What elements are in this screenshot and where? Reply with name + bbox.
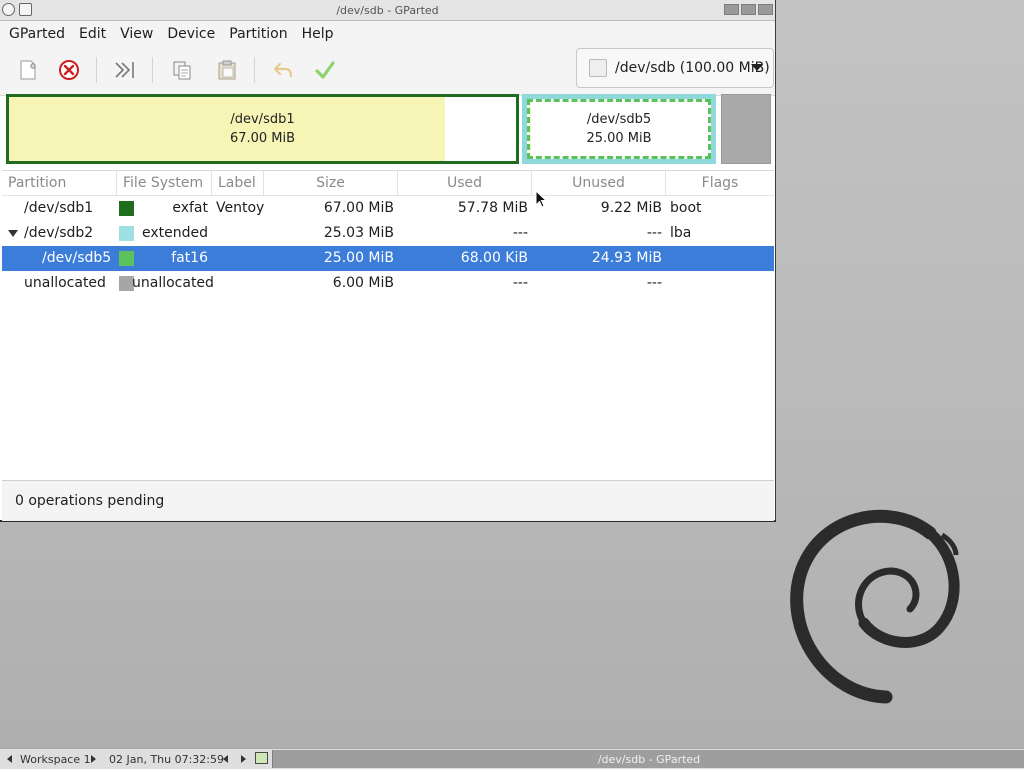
menu-device[interactable]: Device	[160, 21, 222, 47]
cell-unused: 24.93 MiB	[591, 250, 662, 266]
cell-unused: ---	[646, 225, 662, 241]
clock: 02 Jan, Thu 07:32:59	[109, 753, 225, 766]
cell-size: 25.00 MiB	[323, 250, 394, 266]
cell-size: 6.00 MiB	[332, 275, 394, 291]
col-size[interactable]: Size	[264, 171, 398, 195]
cell-filesystem: unallocated	[132, 275, 214, 291]
graph-partition-sdb1[interactable]: /dev/sdb1 67.00 MiB	[6, 94, 519, 164]
cell-unused: 9.22 MiB	[600, 200, 662, 216]
undo-button[interactable]	[268, 55, 298, 85]
workspace-label[interactable]: Workspace 1	[20, 753, 91, 766]
delete-partition-button[interactable]	[54, 55, 84, 85]
partition-graph: /dev/sdb1 67.00 MiB /dev/sdb5 25.00 MiB	[0, 94, 774, 164]
menu-bar: GParted Edit View Device Partition Help	[0, 21, 775, 47]
col-filesystem[interactable]: File System	[117, 171, 212, 195]
gparted-window: /dev/sdb - GParted GParted Edit View Dev…	[0, 0, 776, 522]
cell-used: 68.00 KiB	[460, 250, 528, 266]
menu-view[interactable]: View	[113, 21, 160, 47]
col-partition[interactable]: Partition	[2, 171, 117, 195]
dropdown-arrow-icon	[751, 64, 763, 71]
menu-gparted[interactable]: GParted	[2, 21, 72, 47]
expander-arrow-icon[interactable]	[8, 230, 18, 237]
cell-partition: /dev/sdb1	[24, 200, 94, 216]
apply-button[interactable]	[310, 55, 340, 85]
col-flags[interactable]: Flags	[666, 171, 774, 195]
workspace-next-icon[interactable]	[91, 755, 96, 763]
table-row[interactable]: /dev/sdb1 exfat Ventoy 67.00 MiB 57.78 MiB 9.…	[2, 196, 774, 221]
taskbar-gparted-button[interactable]: /dev/sdb - GParted	[272, 750, 1024, 768]
minimize-button[interactable]	[724, 4, 739, 15]
menu-edit[interactable]: Edit	[72, 21, 113, 47]
paste-icon	[218, 60, 236, 80]
new-partition-button[interactable]	[13, 55, 43, 85]
close-button[interactable]	[758, 4, 773, 15]
graph-label-sdb5: /dev/sdb5 25.00 MiB	[586, 112, 652, 146]
cell-partition: unallocated	[24, 275, 106, 291]
new-document-icon	[20, 60, 36, 80]
resize-move-icon	[115, 62, 134, 78]
graph-partition-sdb2-extended[interactable]: /dev/sdb5 25.00 MiB	[522, 94, 716, 164]
task-next-icon[interactable]	[241, 755, 246, 763]
workspace-prev-icon[interactable]	[7, 755, 12, 763]
graph-label-sdb1: /dev/sdb1 67.00 MiB	[229, 112, 296, 146]
disk-icon	[589, 59, 607, 77]
cell-used: ---	[512, 225, 528, 241]
cell-unused: ---	[646, 275, 662, 291]
col-label[interactable]: Label	[212, 171, 264, 195]
debian-swirl-logo	[790, 509, 960, 704]
device-label: /dev/sdb (100.00 MiB)	[615, 60, 770, 76]
cell-label: Ventoy	[216, 200, 265, 216]
table-row[interactable]: unallocated unallocated 6.00 MiB --- ---	[2, 271, 774, 296]
graph-used-bar-sdb1	[9, 97, 446, 161]
col-used[interactable]: Used	[398, 171, 532, 195]
task-prev-icon[interactable]	[223, 755, 228, 763]
maximize-button[interactable]	[741, 4, 756, 15]
cell-size: 25.03 MiB	[323, 225, 394, 241]
cell-flags: boot	[670, 200, 702, 216]
table-row[interactable]: /dev/sdb5 fat16 25.00 MiB 68.00 KiB 24.93 Mi…	[2, 246, 774, 271]
operations-pending-text: 0 operations pending	[15, 493, 165, 509]
table-header: Partition File System Label Size Used Un…	[2, 171, 774, 196]
copy-button[interactable]	[167, 55, 197, 85]
cell-filesystem: exfat	[172, 200, 208, 216]
cell-filesystem: fat16	[171, 250, 208, 266]
mouse-cursor-icon	[535, 190, 547, 208]
taskbar-task-title: /dev/sdb - GParted	[597, 753, 701, 766]
undo-icon	[273, 62, 293, 78]
cell-size: 67.00 MiB	[323, 200, 394, 216]
gparted-task-icon	[255, 752, 268, 764]
taskbar: Workspace 1 02 Jan, Thu 07:32:59 /dev/sd…	[0, 748, 1024, 769]
delete-icon	[59, 60, 79, 80]
cell-partition: /dev/sdb2	[24, 225, 94, 241]
partition-table: Partition File System Label Size Used Un…	[2, 170, 774, 480]
graph-unallocated[interactable]	[721, 94, 771, 164]
cell-used: 57.78 MiB	[457, 200, 528, 216]
window-title: /dev/sdb - GParted	[336, 4, 439, 17]
table-body: /dev/sdb1 exfat Ventoy 67.00 MiB 57.78 MiB 9.…	[2, 196, 774, 296]
cell-filesystem: extended	[141, 225, 208, 241]
menu-help[interactable]: Help	[295, 21, 341, 47]
device-selector[interactable]: /dev/sdb (100.00 MiB)	[576, 48, 774, 88]
title-bar[interactable]: /dev/sdb - GParted	[0, 0, 775, 21]
cell-used: ---	[512, 275, 528, 291]
status-bar: 0 operations pending	[2, 480, 774, 521]
copy-icon	[173, 61, 191, 80]
graph-used-bar-sdb5	[530, 102, 531, 156]
col-unused[interactable]: Unused	[532, 171, 666, 195]
apply-checkmark-icon	[315, 61, 335, 79]
graph-partition-sdb5[interactable]: /dev/sdb5 25.00 MiB	[527, 99, 711, 159]
table-row[interactable]: /dev/sdb2 extended 25.03 MiB --- --- lba	[2, 221, 774, 246]
paste-button[interactable]	[212, 55, 242, 85]
resize-move-button[interactable]	[110, 55, 140, 85]
cell-partition: /dev/sdb5	[42, 250, 112, 266]
cell-flags: lba	[670, 225, 692, 241]
menu-partition[interactable]: Partition	[222, 21, 294, 47]
